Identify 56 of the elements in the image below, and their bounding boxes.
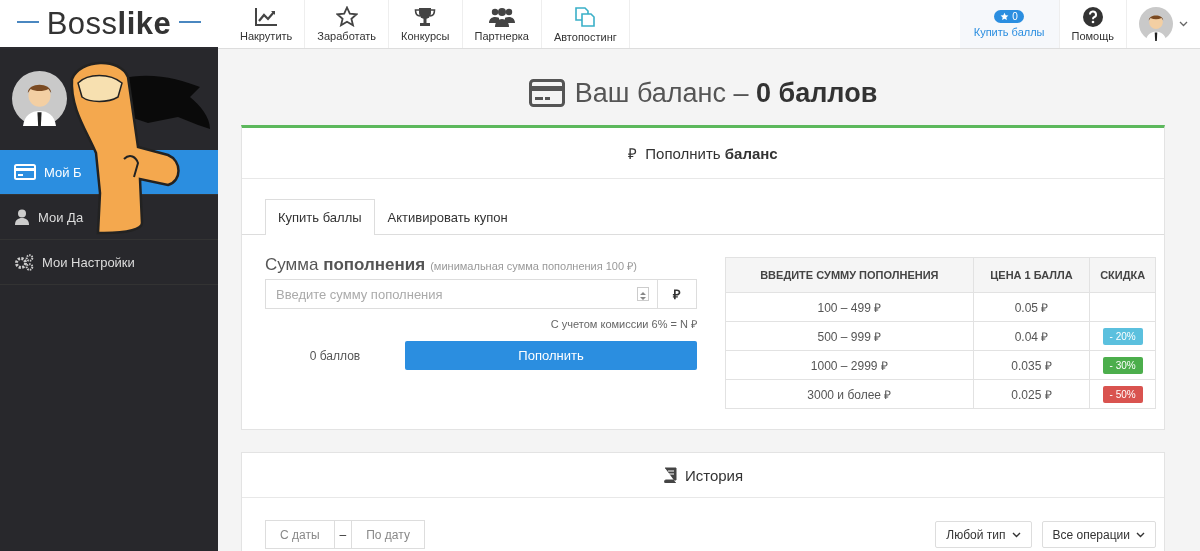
table-cell: 0.05 ₽ xyxy=(973,292,1090,322)
discount-badge: - 30% xyxy=(1102,356,1143,374)
table-cell: 3000 и более ₽ xyxy=(725,379,974,409)
table-cell: 0.025 ₽ xyxy=(973,379,1090,409)
table-cell: 500 – 999 ₽ xyxy=(725,321,974,351)
nav-item[interactable]: Автопостинг xyxy=(541,0,630,48)
gears-icon xyxy=(14,253,34,271)
date-to-field[interactable]: По дату xyxy=(351,520,425,549)
chevron-down-icon xyxy=(1179,21,1188,27)
nav-item[interactable]: Накрутить xyxy=(228,0,306,48)
sidebar-item[interactable]: Мои Настройки xyxy=(0,240,218,285)
nav-item[interactable]: Конкурсы xyxy=(389,0,463,48)
chevron-down-icon xyxy=(1136,531,1145,538)
table-cell: 0.04 ₽ xyxy=(973,321,1090,351)
help-button[interactable]: Помощь xyxy=(1059,0,1127,48)
tab[interactable]: Купить баллы xyxy=(265,199,375,235)
card-icon xyxy=(528,79,565,107)
points-badge: 0 xyxy=(994,10,1024,23)
nav-item[interactable]: Партнерка xyxy=(462,0,542,48)
avatar-icon xyxy=(1139,7,1173,41)
copy-icon xyxy=(574,5,597,28)
amount-field[interactable]: Введите сумму пополнения ₽ xyxy=(265,279,697,309)
logo[interactable]: Bosslike xyxy=(46,5,172,42)
operations-dropdown[interactable]: Все операции xyxy=(1041,521,1156,548)
avatar-icon xyxy=(12,71,67,126)
page-title: Ваш баланс – 0 баллов xyxy=(574,77,878,109)
card-title: История xyxy=(684,466,744,484)
table-cell: 1000 – 2999 ₽ xyxy=(725,350,974,380)
star-icon xyxy=(335,6,358,27)
column-header: ВВЕДИТЕ СУММУ ПОПОЛНЕНИЯ xyxy=(725,257,974,293)
user-icon xyxy=(14,209,30,225)
discount-badge: - 50% xyxy=(1102,385,1143,403)
points-total: 0 баллов xyxy=(308,348,362,363)
spinner-icon[interactable] xyxy=(637,287,649,301)
column-header: ЦЕНА 1 БАЛЛА xyxy=(973,257,1090,293)
date-from-field[interactable]: С даты xyxy=(265,520,335,549)
type-dropdown[interactable]: Любой тип xyxy=(935,521,1032,548)
currency-addon: ₽ xyxy=(657,280,696,308)
help-icon xyxy=(1082,6,1103,27)
chart-icon xyxy=(254,6,279,27)
discount-badge: - 20% xyxy=(1102,327,1143,345)
chevron-down-icon xyxy=(1011,531,1021,538)
column-header: СКИДКА xyxy=(1089,257,1156,293)
commission-text: С учетом комиссии 6% = N ₽ xyxy=(549,317,697,331)
group-icon xyxy=(488,6,515,27)
amount-label: Сумма пополнения xyxy=(265,255,426,275)
card-icon xyxy=(14,164,36,180)
amount-hint: (минимальная сумма пополнения 100 ₽) xyxy=(430,259,637,273)
table-cell: 100 – 499 ₽ xyxy=(725,292,974,322)
tab[interactable]: Активировать купон xyxy=(374,199,521,235)
nav-item[interactable]: Заработать xyxy=(305,0,390,48)
table-cell: 0.035 ₽ xyxy=(973,350,1090,380)
currency-icon: ₽ xyxy=(628,143,638,163)
star-icon xyxy=(1000,12,1010,21)
trophy-icon xyxy=(414,6,437,27)
card-title: Пополнить баланс xyxy=(645,144,778,162)
